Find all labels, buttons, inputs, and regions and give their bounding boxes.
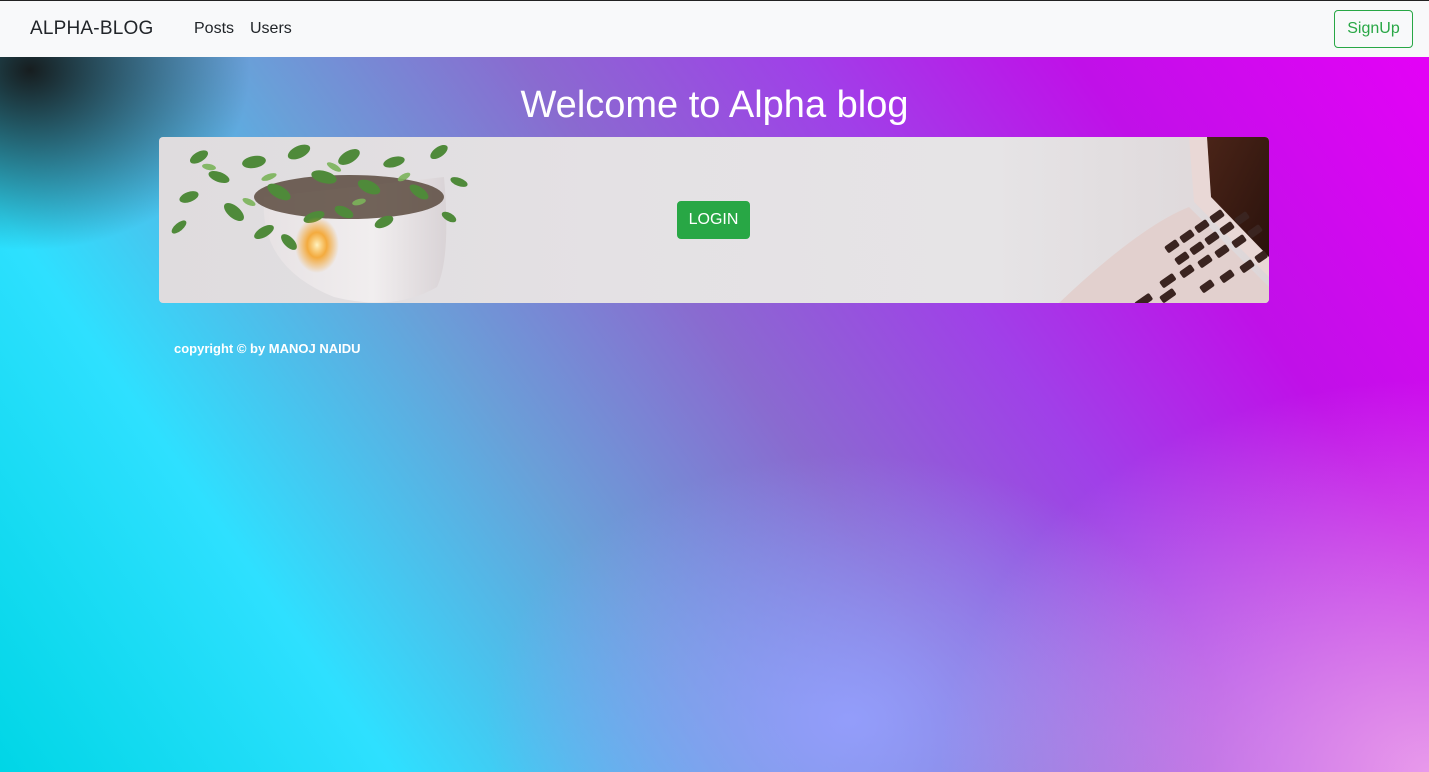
brand-link[interactable]: ALPHA-BLOG bbox=[30, 18, 153, 40]
nav-link-users[interactable]: Users bbox=[250, 20, 292, 38]
signup-button[interactable]: SignUp bbox=[1334, 10, 1413, 48]
page-title: Welcome to Alpha blog bbox=[520, 84, 909, 126]
nav-link-posts[interactable]: Posts bbox=[194, 20, 234, 38]
navbar: ALPHA-BLOG Posts Users SignUp bbox=[0, 1, 1429, 57]
hero-banner: LOGIN bbox=[159, 137, 1269, 303]
window-top-border bbox=[0, 0, 1429, 1]
laptop-image bbox=[1059, 137, 1269, 303]
login-button[interactable]: LOGIN bbox=[677, 201, 750, 239]
copyright-text: copyright © by MANOJ NAIDU bbox=[174, 341, 361, 356]
potted-plant-image bbox=[171, 144, 468, 303]
